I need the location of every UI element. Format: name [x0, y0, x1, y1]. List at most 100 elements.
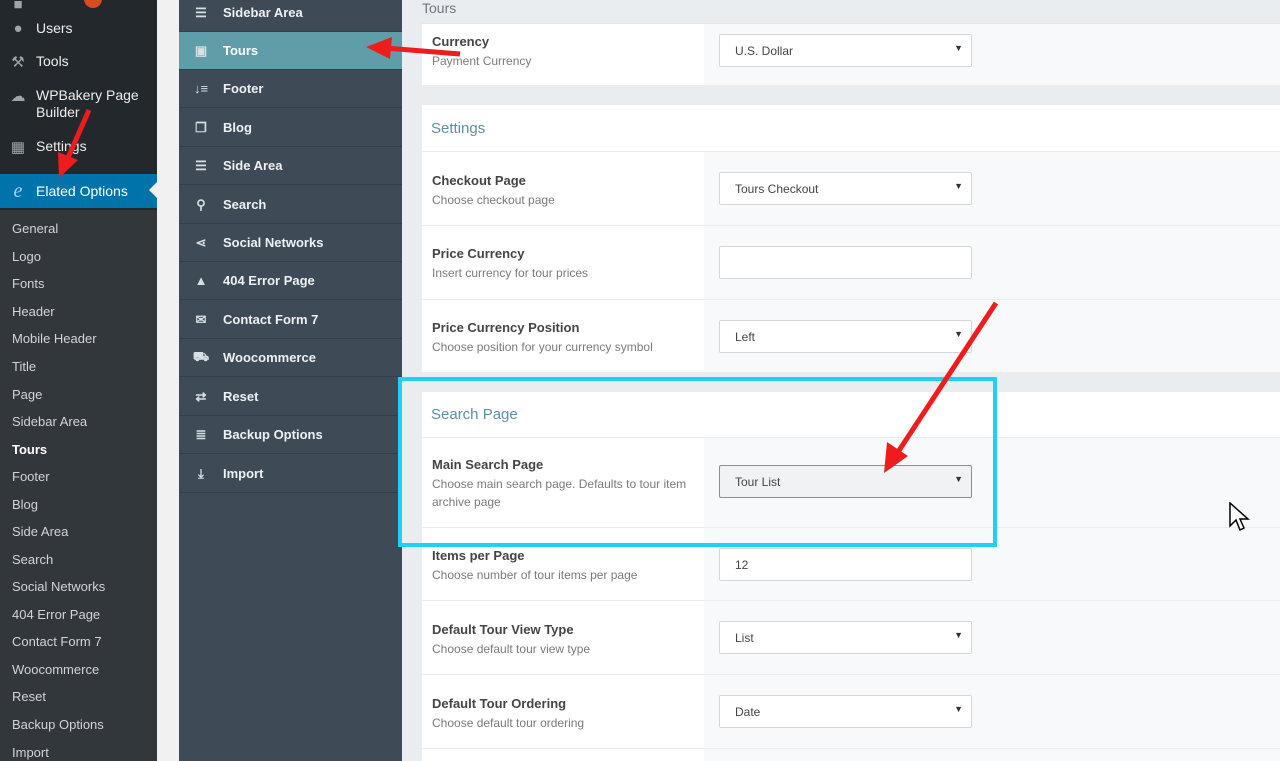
footer-icon: ↓≡ — [193, 81, 209, 96]
options-nav-label: Side Area — [223, 158, 283, 173]
options-nav-import[interactable]: ⤓ Import — [179, 455, 402, 493]
submenu-404-error-page[interactable]: 404 Error Page — [12, 607, 100, 622]
options-nav-404-error-page[interactable]: ▲ 404 Error Page — [179, 262, 402, 300]
submenu-woocommerce[interactable]: Woocommerce — [12, 662, 99, 677]
warning-icon: ▲ — [194, 273, 208, 288]
options-nav-search[interactable]: ⚲ Search — [179, 186, 402, 224]
main-search-page-select[interactable]: Tour List ▼ — [719, 465, 972, 498]
option-description: Choose main search page. Defaults to tou… — [432, 477, 687, 509]
submenu-search[interactable]: Search — [12, 552, 53, 567]
blog-icon: ❐ — [195, 119, 207, 135]
option-control-cell: Date ▼ — [704, 675, 1280, 748]
submenu-page[interactable]: Page — [12, 387, 42, 402]
wp-menu-partial-item[interactable]: ■ — [0, 0, 157, 13]
users-icon: ● — [13, 20, 23, 37]
ordering-select[interactable]: Date ▼ — [719, 695, 972, 728]
submenu-general[interactable]: General — [12, 221, 58, 236]
option-description: Choose position for your currency symbol — [432, 340, 653, 354]
section-header-search-page: Search Page — [422, 392, 1280, 437]
option-control-cell: Tour List ▼ — [704, 438, 1280, 527]
option-title: Items per Page — [432, 548, 525, 563]
options-nav: ☰ Sidebar Area ▣ Tours ↓≡ Footer ❐ Blog … — [179, 0, 402, 761]
currency-select[interactable]: U.S. Dollar ▼ — [719, 34, 972, 67]
option-label-cell — [422, 749, 704, 761]
submenu-backup-options[interactable]: Backup Options — [12, 717, 104, 732]
chevron-down-icon: ▼ — [954, 329, 963, 339]
view-type-select[interactable]: List ▼ — [719, 621, 972, 654]
items-per-page-input[interactable]: 12 — [719, 548, 972, 581]
options-nav-contact-form-7[interactable]: ✉ Contact Form 7 — [179, 301, 402, 339]
option-description: Choose checkout page — [432, 193, 555, 207]
options-nav-blog[interactable]: ❐ Blog — [179, 109, 402, 147]
submenu-contact-form-7[interactable]: Contact Form 7 — [12, 634, 102, 649]
option-label-cell: Price Currency Insert currency for tour … — [422, 226, 704, 299]
chevron-down-icon: ▼ — [954, 181, 963, 191]
submenu-footer[interactable]: Footer — [12, 469, 50, 484]
options-nav-tours[interactable]: ▣ Tours — [179, 32, 402, 70]
options-nav-backup-options[interactable]: ≣ Backup Options — [179, 416, 402, 454]
options-nav-reset[interactable]: ⇄ Reset — [179, 378, 402, 416]
submenu-title[interactable]: Title — [12, 359, 36, 374]
submenu-logo[interactable]: Logo — [12, 249, 41, 264]
option-row-default-ordering: Default Tour Ordering Choose default tou… — [422, 674, 1280, 748]
option-title: Currency — [432, 34, 490, 49]
options-nav-footer[interactable]: ↓≡ Footer — [179, 70, 402, 108]
currency-position-select[interactable]: Left ▼ — [719, 320, 972, 353]
submenu-social-networks[interactable]: Social Networks — [12, 579, 105, 594]
wp-menu-label: Users — [36, 20, 73, 36]
wp-menu-settings[interactable]: ▦ Settings — [0, 138, 157, 158]
wp-menu-wpbakery[interactable]: ☁ WPBakery Page Builder — [0, 87, 157, 125]
checkout-page-select[interactable]: Tours Checkout ▼ — [719, 172, 972, 205]
select-value: Tours Checkout — [735, 181, 819, 196]
list-icon: ☰ — [195, 4, 207, 20]
options-nav-woocommerce[interactable]: ⛟ Woocommerce — [179, 339, 402, 377]
submenu-mobile-header[interactable]: Mobile Header — [12, 331, 97, 346]
option-control-cell: U.S. Dollar ▼ — [704, 24, 1280, 85]
option-row-price-currency-position: Price Currency Position Choose position … — [422, 299, 1280, 372]
select-value: Tour List — [735, 474, 781, 489]
download-icon: ⤓ — [198, 465, 204, 481]
options-nav-label: Contact Form 7 — [223, 312, 319, 327]
options-nav-label: Woocommerce — [223, 350, 316, 365]
database-icon: ≣ — [195, 426, 207, 442]
submenu-reset[interactable]: Reset — [12, 689, 46, 704]
options-nav-side-area[interactable]: ☰ Side Area — [179, 147, 402, 185]
submenu-tours[interactable]: Tours — [12, 442, 47, 457]
options-nav-label: Import — [223, 466, 264, 481]
wpbakery-icon: ☁ — [10, 88, 26, 105]
option-title: Price Currency — [432, 246, 525, 261]
option-label-cell: Default Tour View Type Choose default to… — [422, 601, 704, 674]
option-control-cell: Tours Checkout ▼ — [704, 152, 1280, 225]
option-row-price-currency: Price Currency Insert currency for tour … — [422, 225, 1280, 299]
options-nav-label: Social Networks — [223, 235, 324, 250]
option-title: Checkout Page — [432, 173, 526, 188]
option-title: Main Search Page — [432, 457, 544, 472]
wp-submenu: General Logo Fonts Header Mobile Header … — [0, 210, 157, 761]
refresh-icon: ⇄ — [195, 388, 207, 404]
submenu-header[interactable]: Header — [12, 304, 55, 319]
option-title: Default Tour View Type — [432, 622, 574, 637]
list-icon: ☰ — [195, 157, 207, 173]
submenu-sidebar-area[interactable]: Sidebar Area — [12, 414, 87, 429]
option-description: Choose default tour ordering — [432, 716, 585, 730]
submenu-side-area[interactable]: Side Area — [12, 524, 68, 539]
option-row-items-per-page: Items per Page Choose number of tour ite… — [422, 527, 1280, 600]
option-description: Choose default tour view type — [432, 642, 591, 656]
price-currency-input[interactable] — [719, 246, 972, 279]
camera-icon: ▣ — [194, 42, 208, 58]
options-nav-label: Backup Options — [223, 427, 323, 442]
wp-menu-users[interactable]: ● Users — [0, 20, 157, 40]
wp-menu-tools[interactable]: ⚒ Tools — [0, 53, 157, 73]
option-label-cell: Default Tour Ordering Choose default tou… — [422, 675, 704, 748]
options-nav-sidebar-area[interactable]: ☰ Sidebar Area — [179, 0, 402, 32]
option-control-cell: 12 — [704, 528, 1280, 600]
options-nav-social-networks[interactable]: ⋖ Social Networks — [179, 224, 402, 262]
options-nav-label: 404 Error Page — [223, 273, 315, 288]
submenu-blog[interactable]: Blog — [12, 497, 38, 512]
chevron-down-icon: ▼ — [954, 474, 963, 484]
option-description: Insert currency for tour prices — [432, 266, 589, 280]
submenu-import[interactable]: Import — [12, 745, 49, 760]
submenu-fonts[interactable]: Fonts — [12, 276, 45, 291]
wp-menu-elated-options[interactable]: e Elated Options — [0, 174, 157, 208]
select-value: Left — [735, 329, 756, 344]
